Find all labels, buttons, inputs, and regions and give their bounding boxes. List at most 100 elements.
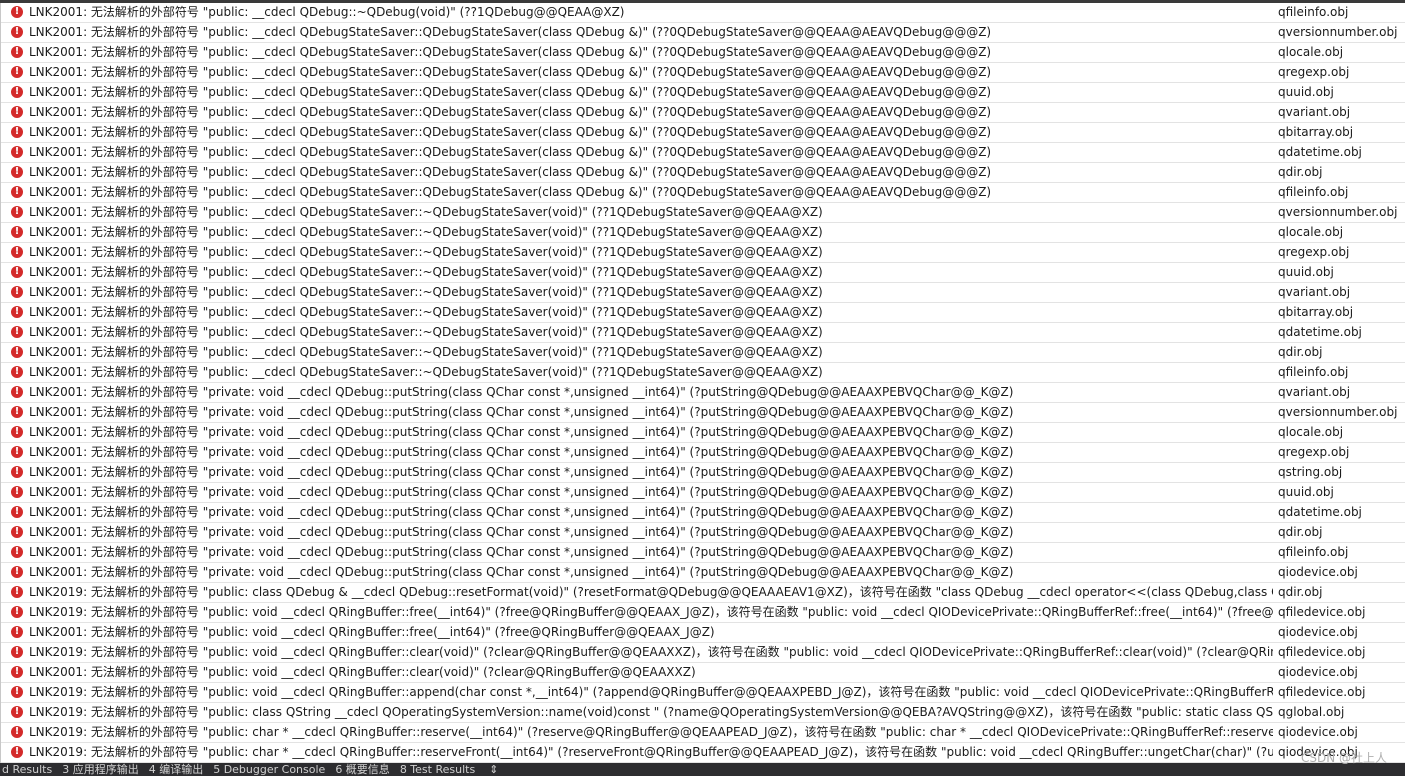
issue-row[interactable]: ! LNK2001: 无法解析的外部符号 "private: void __cde… <box>1 463 1405 483</box>
output-tab[interactable]: 3 应用程序输出 <box>60 763 147 776</box>
issue-row[interactable]: ! LNK2001: 无法解析的外部符号 "private: void __cde… <box>1 423 1405 443</box>
issue-file: qglobal.obj <box>1278 705 1345 719</box>
issue-file: qdir.obj <box>1278 585 1323 599</box>
issue-description: LNK2019: 无法解析的外部符号 "public: char * __cde… <box>29 745 1273 759</box>
output-tab[interactable]: 6 概要信息 <box>333 763 398 776</box>
issue-row[interactable]: ! LNK2019: 无法解析的外部符号 "public: class QStri… <box>1 703 1405 723</box>
issue-row[interactable]: ! LNK2001: 无法解析的外部符号 "public: __cdecl QDe… <box>1 103 1405 123</box>
issue-file: quuid.obj <box>1278 85 1334 99</box>
issue-file: qfileinfo.obj <box>1278 5 1349 19</box>
issue-file: qdir.obj <box>1278 345 1323 359</box>
error-icon: ! <box>11 386 23 398</box>
error-icon: ! <box>11 566 23 578</box>
issue-row[interactable]: ! LNK2001: 无法解析的外部符号 "public: __cdecl QDe… <box>1 263 1405 283</box>
issue-row[interactable]: ! LNK2001: 无法解析的外部符号 "public: __cdecl QDe… <box>1 23 1405 43</box>
error-icon: ! <box>11 586 23 598</box>
issue-file: qversionnumber.obj <box>1278 205 1398 219</box>
issue-row[interactable]: ! LNK2019: 无法解析的外部符号 "public: void __cdec… <box>1 683 1405 703</box>
output-tab[interactable]: 5 Debugger Console <box>211 763 333 776</box>
error-icon: ! <box>11 306 23 318</box>
error-icon: ! <box>11 406 23 418</box>
issue-description: LNK2019: 无法解析的外部符号 "public: class QStrin… <box>29 705 1273 719</box>
issue-row[interactable]: ! LNK2019: 无法解析的外部符号 "public: char * __cd… <box>1 743 1405 763</box>
issue-row[interactable]: ! LNK2001: 无法解析的外部符号 "private: void __cde… <box>1 443 1405 463</box>
issues-list[interactable]: ! LNK2001: 无法解析的外部符号 "public: __cdecl QDe… <box>0 3 1405 763</box>
issue-file: qiodevice.obj <box>1278 665 1358 679</box>
issue-description: LNK2001: 无法解析的外部符号 "public: __cdecl QDeb… <box>29 365 823 379</box>
issue-description: LNK2019: 无法解析的外部符号 "public: char * __cde… <box>29 725 1273 739</box>
error-icon: ! <box>11 526 23 538</box>
issue-row[interactable]: ! LNK2019: 无法解析的外部符号 "public: class QDebu… <box>1 583 1405 603</box>
issue-description: LNK2001: 无法解析的外部符号 "public: __cdecl QDeb… <box>29 325 823 339</box>
issue-row[interactable]: ! LNK2001: 无法解析的外部符号 "public: __cdecl QDe… <box>1 143 1405 163</box>
issue-row[interactable]: ! LNK2001: 无法解析的外部符号 "public: __cdecl QDe… <box>1 43 1405 63</box>
issue-file: qfiledevice.obj <box>1278 645 1366 659</box>
issue-row[interactable]: ! LNK2019: 无法解析的外部符号 "public: char * __cd… <box>1 723 1405 743</box>
issue-description: LNK2001: 无法解析的外部符号 "private: void __cdec… <box>29 545 1014 559</box>
issue-description: LNK2001: 无法解析的外部符号 "public: __cdecl QDeb… <box>29 345 823 359</box>
issue-description: LNK2019: 无法解析的外部符号 "public: void __cdecl… <box>29 645 1273 659</box>
issue-row[interactable]: ! LNK2001: 无法解析的外部符号 "private: void __cde… <box>1 543 1405 563</box>
issue-row[interactable]: ! LNK2001: 无法解析的外部符号 "public: __cdecl QDe… <box>1 3 1405 23</box>
issue-description: LNK2001: 无法解析的外部符号 "public: __cdecl QDeb… <box>29 145 992 159</box>
issue-file: qstring.obj <box>1278 465 1343 479</box>
issue-row[interactable]: ! LNK2001: 无法解析的外部符号 "public: __cdecl QDe… <box>1 223 1405 243</box>
issue-row[interactable]: ! LNK2001: 无法解析的外部符号 "public: __cdecl QDe… <box>1 343 1405 363</box>
issue-row[interactable]: ! LNK2001: 无法解析的外部符号 "public: __cdecl QDe… <box>1 323 1405 343</box>
issue-file: qfiledevice.obj <box>1278 605 1366 619</box>
issue-row[interactable]: ! LNK2001: 无法解析的外部符号 "private: void __cde… <box>1 403 1405 423</box>
tab-menu-arrow-icon[interactable]: ⇕ <box>483 763 504 776</box>
error-icon: ! <box>11 426 23 438</box>
issue-row[interactable]: ! LNK2001: 无法解析的外部符号 "public: __cdecl QDe… <box>1 363 1405 383</box>
issue-description: LNK2001: 无法解析的外部符号 "public: void __cdecl… <box>29 625 715 639</box>
issue-row[interactable]: ! LNK2001: 无法解析的外部符号 "private: void __cde… <box>1 383 1405 403</box>
issue-row[interactable]: ! LNK2001: 无法解析的外部符号 "public: __cdecl QDe… <box>1 63 1405 83</box>
issue-row[interactable]: ! LNK2001: 无法解析的外部符号 "public: void __cdec… <box>1 663 1405 683</box>
error-icon: ! <box>11 106 23 118</box>
issue-row[interactable]: ! LNK2019: 无法解析的外部符号 "public: void __cdec… <box>1 643 1405 663</box>
error-icon: ! <box>11 626 23 638</box>
error-icon: ! <box>11 66 23 78</box>
issue-row[interactable]: ! LNK2001: 无法解析的外部符号 "public: __cdecl QDe… <box>1 83 1405 103</box>
issue-row[interactable]: ! LNK2001: 无法解析的外部符号 "public: __cdecl QDe… <box>1 243 1405 263</box>
issue-row[interactable]: ! LNK2001: 无法解析的外部符号 "public: __cdecl QDe… <box>1 303 1405 323</box>
issue-description: LNK2001: 无法解析的外部符号 "private: void __cdec… <box>29 485 1014 499</box>
issue-file: qfileinfo.obj <box>1278 185 1349 199</box>
issue-file: qlocale.obj <box>1278 425 1344 439</box>
issue-file: qfiledevice.obj <box>1278 685 1366 699</box>
error-icon: ! <box>11 686 23 698</box>
issue-description: LNK2001: 无法解析的外部符号 "public: __cdecl QDeb… <box>29 245 823 259</box>
error-icon: ! <box>11 746 23 758</box>
issue-row[interactable]: ! LNK2001: 无法解析的外部符号 "private: void __cde… <box>1 563 1405 583</box>
error-icon: ! <box>11 166 23 178</box>
issue-description: LNK2001: 无法解析的外部符号 "public: __cdecl QDeb… <box>29 305 823 319</box>
issue-description: LNK2001: 无法解析的外部符号 "public: __cdecl QDeb… <box>29 205 823 219</box>
issue-file: qversionnumber.obj <box>1278 405 1398 419</box>
issue-description: LNK2001: 无法解析的外部符号 "private: void __cdec… <box>29 385 1014 399</box>
issue-row[interactable]: ! LNK2019: 无法解析的外部符号 "public: void __cdec… <box>1 603 1405 623</box>
issue-description: LNK2001: 无法解析的外部符号 "private: void __cdec… <box>29 425 1014 439</box>
error-icon: ! <box>11 6 23 18</box>
issue-row[interactable]: ! LNK2001: 无法解析的外部符号 "private: void __cde… <box>1 503 1405 523</box>
error-icon: ! <box>11 246 23 258</box>
issue-description: LNK2001: 无法解析的外部符号 "public: __cdecl QDeb… <box>29 165 992 179</box>
issue-row[interactable]: ! LNK2001: 无法解析的外部符号 "public: __cdecl QDe… <box>1 183 1405 203</box>
output-tab[interactable]: 4 编译输出 <box>147 763 212 776</box>
issue-row[interactable]: ! LNK2001: 无法解析的外部符号 "public: __cdecl QDe… <box>1 123 1405 143</box>
issue-row[interactable]: ! LNK2001: 无法解析的外部符号 "public: __cdecl QDe… <box>1 283 1405 303</box>
issue-file: qregexp.obj <box>1278 65 1350 79</box>
issue-file: qlocale.obj <box>1278 45 1344 59</box>
issue-description: LNK2001: 无法解析的外部符号 "public: __cdecl QDeb… <box>29 45 992 59</box>
issue-row[interactable]: ! LNK2001: 无法解析的外部符号 "public: __cdecl QDe… <box>1 163 1405 183</box>
issue-row[interactable]: ! LNK2001: 无法解析的外部符号 "private: void __cde… <box>1 483 1405 503</box>
issue-description: LNK2001: 无法解析的外部符号 "public: __cdecl QDeb… <box>29 285 823 299</box>
issue-description: LNK2001: 无法解析的外部符号 "private: void __cdec… <box>29 445 1014 459</box>
issue-row[interactable]: ! LNK2001: 无法解析的外部符号 "public: __cdecl QDe… <box>1 203 1405 223</box>
error-icon: ! <box>11 466 23 478</box>
output-tab[interactable]: d Results <box>0 763 60 776</box>
issue-row[interactable]: ! LNK2001: 无法解析的外部符号 "private: void __cde… <box>1 523 1405 543</box>
issue-description: LNK2001: 无法解析的外部符号 "public: void __cdecl… <box>29 665 696 679</box>
error-icon: ! <box>11 366 23 378</box>
output-tab[interactable]: 8 Test Results <box>398 763 483 776</box>
issue-row[interactable]: ! LNK2001: 无法解析的外部符号 "public: void __cdec… <box>1 623 1405 643</box>
